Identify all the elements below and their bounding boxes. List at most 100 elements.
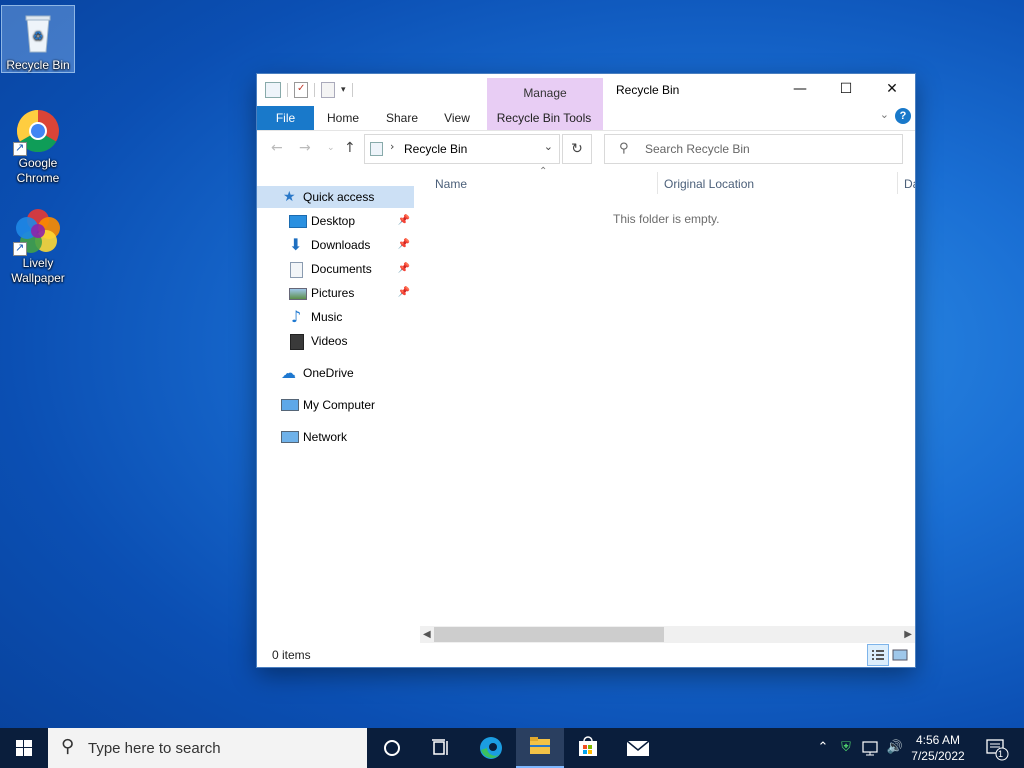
tab-home[interactable]: Home xyxy=(321,107,365,129)
customize-toolbar-icon[interactable]: ▾ xyxy=(341,85,346,95)
nav-label: Pictures xyxy=(311,286,355,300)
minimize-button[interactable]: — xyxy=(777,74,823,104)
pin-icon[interactable]: 📌 xyxy=(398,210,410,232)
help-icon[interactable]: ? xyxy=(895,108,911,124)
tab-file[interactable]: File xyxy=(257,106,314,130)
pictures-icon xyxy=(289,288,307,300)
videos-film-icon xyxy=(290,334,304,350)
nav-downloads[interactable]: ⬇ Downloads 📌 xyxy=(257,234,414,256)
cortana-circle-icon xyxy=(384,740,400,756)
taskbar-edge-button[interactable] xyxy=(467,728,515,768)
horizontal-scrollbar[interactable]: ◀ ▶ xyxy=(420,626,915,643)
address-path[interactable]: Recycle Bin xyxy=(404,142,467,156)
new-folder-icon[interactable] xyxy=(321,82,335,98)
up-arrow-icon[interactable]: ↑ xyxy=(344,140,356,156)
large-icons-view-button[interactable] xyxy=(889,644,911,666)
search-icon: ⚲ xyxy=(619,141,629,156)
show-hidden-icons-chevron-icon[interactable]: ⌃ xyxy=(814,728,832,768)
column-divider[interactable] xyxy=(657,172,658,194)
taskbar-search-box[interactable]: ⚲ Type here to search xyxy=(48,728,367,768)
navigation-pane: ★ Quick access Desktop 📌 ⬇ Downloads 📌 D… xyxy=(257,186,415,626)
windows-logo-icon xyxy=(16,740,32,756)
maximize-button[interactable]: ☐ xyxy=(823,74,869,104)
properties-icon[interactable]: ✓ xyxy=(294,82,308,98)
security-shield-icon[interactable]: ⛨ xyxy=(836,728,856,768)
svg-text:♻: ♻ xyxy=(33,29,44,43)
back-arrow-icon[interactable]: ← xyxy=(271,140,283,156)
pin-icon[interactable]: 📌 xyxy=(398,282,410,304)
chrome-icon xyxy=(13,108,61,156)
network-status-icon[interactable] xyxy=(860,728,882,768)
column-header-name[interactable]: Name xyxy=(435,177,467,191)
taskbar-store-button[interactable] xyxy=(564,728,612,768)
scroll-right-icon[interactable]: ▶ xyxy=(904,626,912,643)
nav-desktop[interactable]: Desktop 📌 xyxy=(257,210,414,232)
nav-videos[interactable]: Videos xyxy=(257,330,414,352)
column-header-original-location[interactable]: Original Location xyxy=(664,177,754,191)
empty-folder-message: This folder is empty. xyxy=(613,212,720,226)
nav-label: OneDrive xyxy=(303,366,354,380)
nav-label: Music xyxy=(311,310,343,324)
nav-quick-access[interactable]: ★ Quick access xyxy=(257,186,414,208)
shortcut-arrow-icon xyxy=(13,140,27,156)
task-view-button[interactable] xyxy=(416,728,464,768)
microsoft-store-icon xyxy=(579,736,597,756)
start-button[interactable] xyxy=(0,728,48,768)
mail-envelope-icon xyxy=(626,740,650,756)
refresh-button[interactable]: ↻ xyxy=(562,134,592,164)
task-view-icon xyxy=(432,739,448,755)
tab-share[interactable]: Share xyxy=(381,107,423,129)
details-view-button[interactable] xyxy=(867,644,889,666)
breadcrumb-chevron-icon[interactable]: › xyxy=(390,140,394,153)
desktop-icon-google-chrome[interactable]: Google Chrome xyxy=(2,104,74,186)
tab-recycle-bin-tools[interactable]: Recycle Bin Tools xyxy=(489,107,599,129)
nav-network[interactable]: Network xyxy=(257,426,414,448)
column-divider[interactable] xyxy=(897,172,898,194)
title-bar[interactable]: ✓ ▾ Recycle Bin — ☐ ✕ xyxy=(257,74,915,104)
file-explorer-folder-icon xyxy=(530,737,550,754)
address-bar[interactable]: › Recycle Bin ⌄ xyxy=(364,134,560,164)
taskbar-mail-button[interactable] xyxy=(614,728,662,768)
search-box[interactable]: ⚲ Search Recycle Bin xyxy=(604,134,903,164)
nav-music[interactable]: ♪ Music xyxy=(257,306,414,328)
nav-label: Network xyxy=(303,430,348,444)
scroll-left-icon[interactable]: ◀ xyxy=(423,626,431,643)
pin-icon[interactable]: 📌 xyxy=(398,234,410,256)
cortana-button[interactable] xyxy=(368,728,416,768)
nav-pictures[interactable]: Pictures 📌 xyxy=(257,282,414,304)
pin-icon[interactable]: 📌 xyxy=(398,258,410,280)
nav-onedrive[interactable]: ☁ OneDrive xyxy=(257,362,414,384)
nav-label: My Computer xyxy=(303,398,376,412)
tab-view[interactable]: View xyxy=(439,107,475,129)
window-title: Recycle Bin xyxy=(616,83,680,97)
nav-label: Desktop xyxy=(311,214,356,228)
download-arrow-icon: ⬇ xyxy=(289,235,303,254)
column-header-date-deleted[interactable]: Da xyxy=(904,177,915,191)
nav-my-computer[interactable]: My Computer xyxy=(257,394,414,416)
onedrive-cloud-icon: ☁ xyxy=(281,364,296,382)
expand-ribbon-icon[interactable]: ⌄ xyxy=(880,108,889,121)
address-dropdown-icon[interactable]: ⌄ xyxy=(544,140,553,153)
computer-monitor-icon xyxy=(281,399,299,411)
desktop-icon-label: Lively Wallpaper xyxy=(11,256,65,285)
notification-count-badge: 1 xyxy=(998,749,1004,759)
shortcut-arrow-icon xyxy=(13,240,27,256)
scrollbar-thumb[interactable] xyxy=(434,627,664,642)
desktop-folder-icon xyxy=(289,215,307,228)
forward-arrow-icon[interactable]: → xyxy=(299,140,311,156)
volume-icon[interactable]: 🔊 xyxy=(884,728,906,768)
nav-documents[interactable]: Documents 📌 xyxy=(257,258,414,280)
desktop-icon-recycle-bin[interactable]: ♻ Recycle Bin xyxy=(1,5,75,73)
taskbar: ⚲ Type here to search ⌃ ⛨ 🔊 4:56 AM 7/25… xyxy=(0,728,1024,768)
system-clock[interactable]: 4:56 AM 7/25/2022 xyxy=(906,732,970,764)
taskbar-file-explorer-button[interactable] xyxy=(516,728,564,768)
desktop-icon-lively-wallpaper[interactable]: Lively Wallpaper xyxy=(2,204,74,286)
nav-label: Downloads xyxy=(311,238,371,252)
recycle-bin-small-icon xyxy=(370,142,383,156)
recent-locations-icon[interactable]: ⌄ xyxy=(327,143,335,153)
nav-label: Documents xyxy=(311,262,372,276)
close-button[interactable]: ✕ xyxy=(869,74,915,104)
nav-label: Quick access xyxy=(303,190,375,204)
large-icons-view-icon xyxy=(892,649,908,661)
action-center-button[interactable]: 1 xyxy=(978,728,1014,768)
